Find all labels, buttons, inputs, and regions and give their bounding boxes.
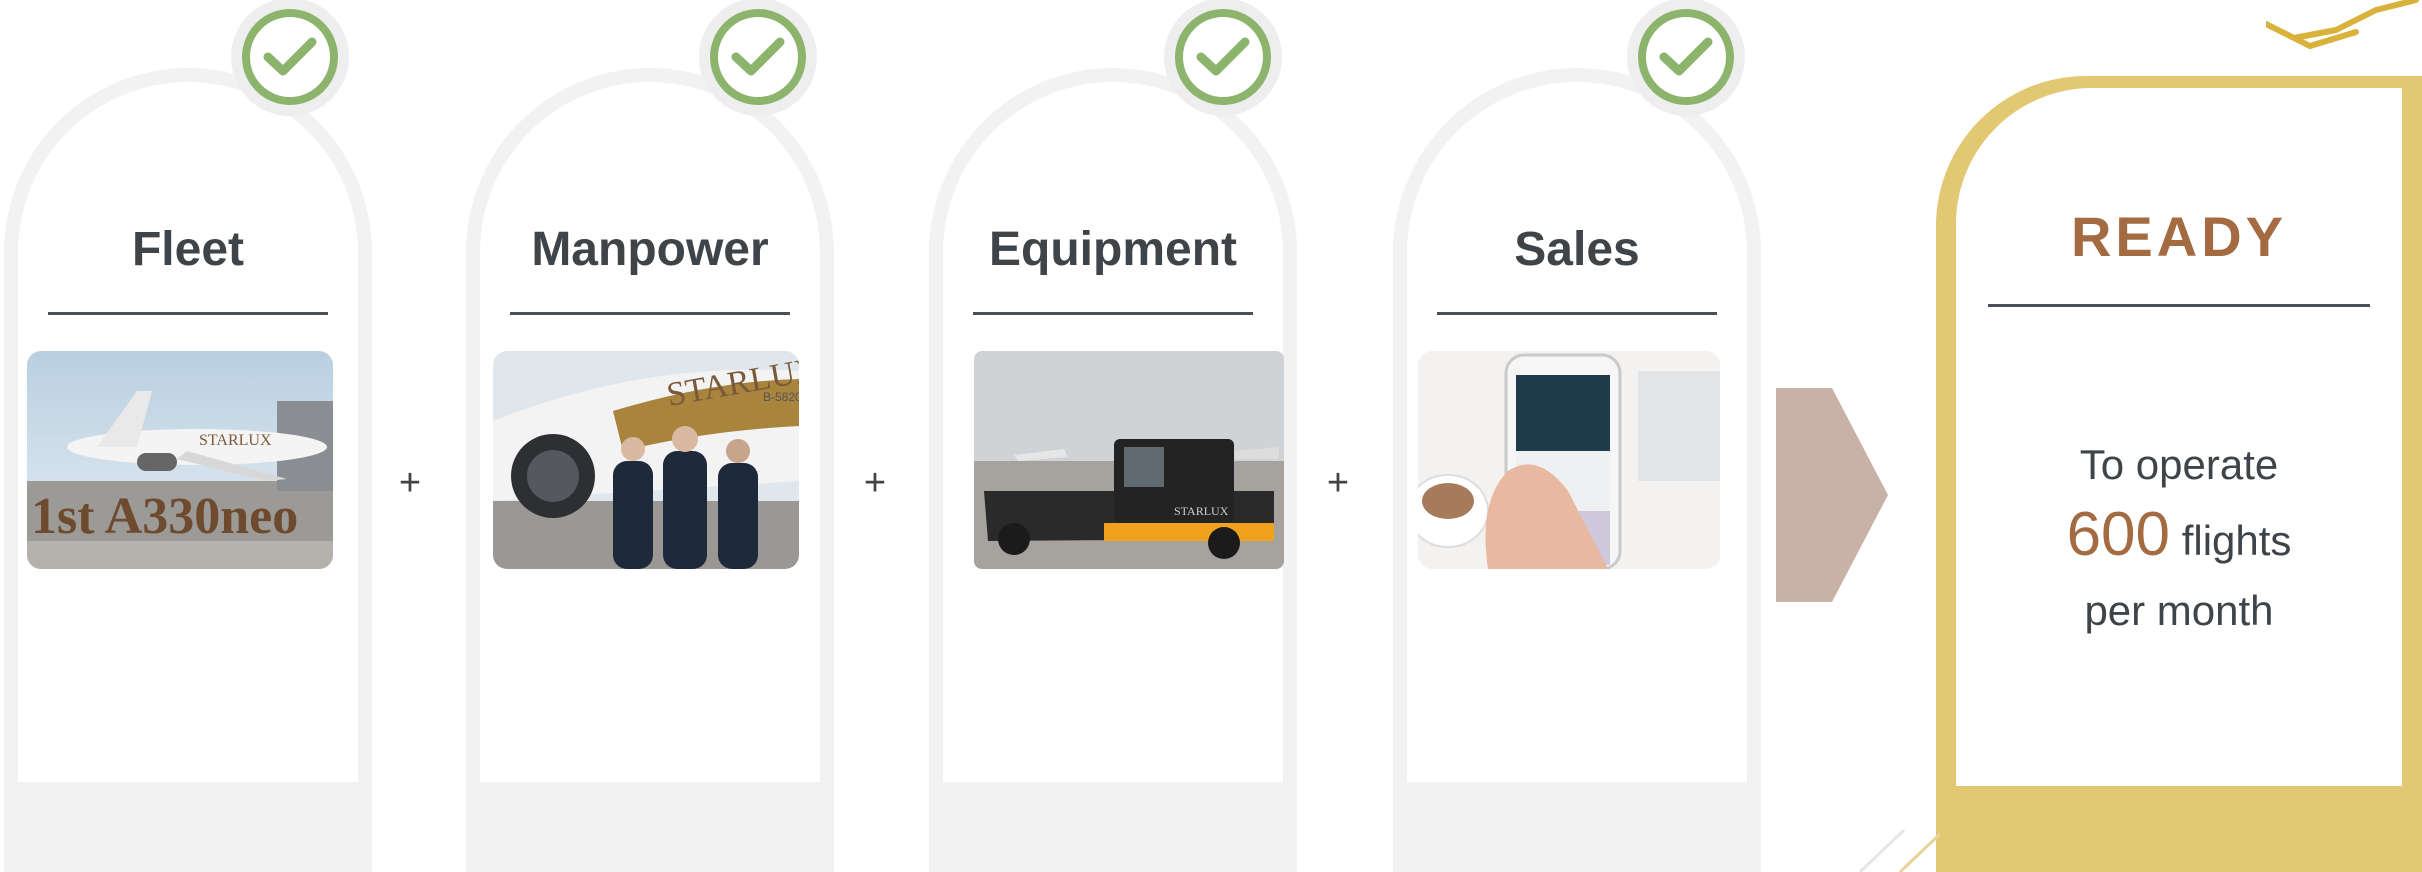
divider (48, 312, 328, 315)
check-icon (710, 9, 806, 105)
check-badge (231, 0, 349, 116)
step-title: Fleet (131, 223, 245, 276)
ready-title: READY (2070, 205, 2288, 268)
ready-line-2: 600 flights (1956, 500, 2402, 576)
check-icon (1175, 9, 1271, 105)
ready-card-inner: READY To operate 600 flights per month (1956, 88, 2402, 786)
plus-sign: + (398, 462, 422, 504)
flights-label: flights (2181, 517, 2292, 564)
fleet-photo-label: 1st A330neo (31, 488, 298, 545)
check-badge (1627, 0, 1745, 116)
ready-card: READY To operate 600 flights per month (1936, 76, 2422, 872)
vehicle-brand: STARLUX (1174, 504, 1229, 518)
ready-description: To operate 600 flights per month (1956, 430, 2402, 646)
decorative-stripe (1858, 830, 1940, 872)
flights-count: 600 (2066, 500, 2171, 569)
ready-line-1: To operate (2079, 441, 2279, 488)
check-badge (699, 0, 817, 116)
divider (1437, 312, 1717, 315)
step-title: Sales (1514, 223, 1640, 276)
divider (1988, 304, 2370, 307)
check-icon (1638, 9, 1734, 105)
check-badge (1164, 0, 1282, 116)
fleet-photo: STARLUX 1st A330neo (27, 351, 333, 569)
ready-line-3: per month (2084, 587, 2274, 634)
manpower-photo: STARLUX B-58201 (493, 351, 799, 569)
plus-sign: + (1326, 462, 1350, 504)
plane-outline-icon (2263, 0, 2422, 55)
divider (510, 312, 790, 315)
step-title: Equipment (989, 223, 1237, 276)
sales-photo (1418, 351, 1720, 569)
chevron-arrow-icon (1776, 388, 1888, 607)
plus-sign: + (863, 462, 887, 504)
step-title: Manpower (531, 223, 769, 276)
divider (973, 312, 1253, 315)
equipment-photo: STARLUX (974, 351, 1284, 569)
plane-registration: B-58201 (763, 390, 799, 404)
check-icon (242, 9, 338, 105)
plane-brand: STARLUX (199, 432, 272, 449)
